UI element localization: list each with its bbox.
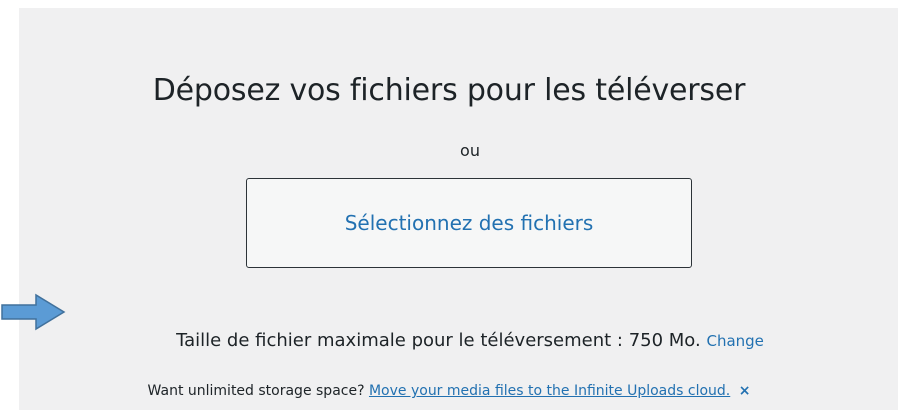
or-separator: ou	[460, 141, 480, 160]
infinite-uploads-link[interactable]: Move your media files to the Infinite Up…	[369, 383, 730, 399]
max-upload-size: Taille de fichier maximale pour le télév…	[0, 330, 898, 351]
change-link[interactable]: Change	[706, 332, 763, 350]
drop-files-title: Déposez vos fichiers pour les téléverser	[152, 73, 746, 108]
close-icon[interactable]: ×	[739, 383, 751, 399]
right-arrow-icon	[1, 293, 66, 331]
storage-promo: Want unlimited storage space? Move your …	[0, 383, 898, 399]
max-size-text: Taille de fichier maximale pour le télév…	[176, 330, 701, 351]
promo-text: Want unlimited storage space?	[147, 383, 365, 399]
select-files-button[interactable]: Sélectionnez des fichiers	[246, 178, 692, 268]
